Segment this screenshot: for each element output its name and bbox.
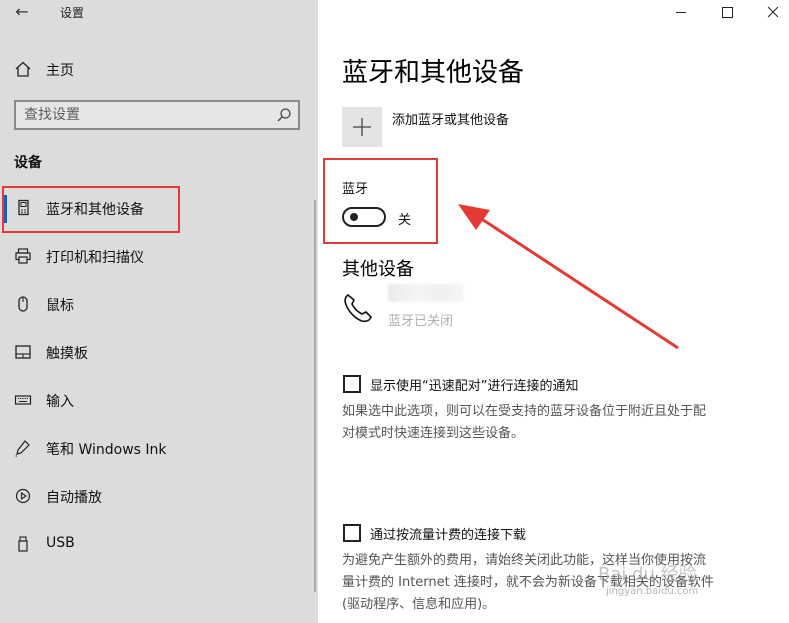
printer-icon xyxy=(15,248,31,264)
watermark: Bai du 经验 xyxy=(598,564,697,585)
touchpad-icon xyxy=(15,345,31,359)
plus-icon xyxy=(353,118,371,136)
close-button[interactable] xyxy=(743,0,789,26)
add-device-label[interactable]: 添加蓝牙或其他设备 xyxy=(392,109,509,128)
sidebar-item-pen-ink[interactable]: 笔和 Windows Ink xyxy=(0,433,318,463)
bluetooth-state-text: 关 xyxy=(398,213,412,228)
other-devices-header: 其他设备 xyxy=(342,259,414,280)
description-line: 对模式时快速连接到这些设备。 xyxy=(342,426,525,441)
bluetooth-label: 蓝牙 xyxy=(342,182,369,197)
watermark-url: jingyan.baidu.com xyxy=(606,586,699,597)
description-line: 量计费的 Internet 连接时，就不会为新设备下载相关的设备软件 xyxy=(342,575,714,590)
metered-download-description: 为避免产生额外的费用，请始终关闭此功能，这样当你使用按流 量计费的 Intern… xyxy=(342,550,772,616)
swift-pair-label[interactable]: 显示使用“迅速配对”进行连接的通知 xyxy=(370,375,578,394)
sidebar: ← 设置 主页 设备 蓝牙和其他设备 打印机和扫描 xyxy=(0,0,318,623)
minimize-icon xyxy=(676,12,686,13)
search-icon[interactable] xyxy=(276,107,292,123)
pen-icon xyxy=(15,440,30,457)
phone-icon xyxy=(344,294,372,323)
swift-pair-description: 如果选中此选项，则可以在受支持的蓝牙设备位于附近且处于配 对模式时快速连接到这些… xyxy=(342,401,772,445)
sidebar-item-label: USB xyxy=(46,535,75,551)
sidebar-item-autoplay[interactable]: 自动播放 xyxy=(0,481,318,511)
highlight-box-bluetooth xyxy=(323,158,438,244)
sidebar-item-label: 自动播放 xyxy=(46,490,102,506)
nav-home-label: 主页 xyxy=(46,63,74,79)
usb-icon xyxy=(18,536,28,552)
metered-download-label[interactable]: 通过按流量计费的连接下载 xyxy=(370,524,526,543)
toggle-knob xyxy=(350,213,358,221)
sidebar-item-label: 打印机和扫描仪 xyxy=(46,250,144,266)
device-name-obscured[interactable] xyxy=(388,284,464,302)
nav-home[interactable]: 主页 xyxy=(0,56,318,84)
app-title: 设置 xyxy=(60,6,85,20)
device-status: 蓝牙已关闭 xyxy=(388,314,454,329)
swift-pair-checkbox[interactable] xyxy=(343,375,361,393)
sidebar-titlebar: ← 设置 xyxy=(0,0,318,26)
search-input[interactable] xyxy=(24,102,274,128)
sidebar-item-typing[interactable]: 输入 xyxy=(0,385,318,415)
mouse-icon xyxy=(18,296,28,312)
back-arrow-icon: ← xyxy=(15,2,29,21)
highlight-box-sidebar xyxy=(2,186,180,233)
bluetooth-toggle[interactable] xyxy=(342,207,386,227)
sidebar-scrollbar[interactable] xyxy=(314,200,316,592)
autoplay-icon xyxy=(15,488,31,504)
sidebar-item-label: 触摸板 xyxy=(46,346,88,362)
home-icon xyxy=(15,61,31,77)
section-header-devices: 设备 xyxy=(14,155,42,171)
sidebar-item-label: 鼠标 xyxy=(46,298,74,314)
description-line: (驱动程序、信息和应用)。 xyxy=(342,597,496,612)
close-icon xyxy=(767,6,779,18)
sidebar-item-usb[interactable]: USB xyxy=(0,529,318,559)
sidebar-item-label: 输入 xyxy=(46,394,74,410)
sidebar-item-printers[interactable]: 打印机和扫描仪 xyxy=(0,241,318,271)
sidebar-item-mouse[interactable]: 鼠标 xyxy=(0,289,318,319)
metered-download-checkbox[interactable] xyxy=(343,524,361,542)
minimize-button[interactable] xyxy=(658,0,704,26)
add-device-button[interactable] xyxy=(342,107,382,147)
page-title: 蓝牙和其他设备 xyxy=(342,58,525,88)
search-box xyxy=(14,100,300,130)
description-line: 为避免产生额外的费用，请始终关闭此功能，这样当你使用按流 xyxy=(342,553,707,568)
back-button[interactable]: ← xyxy=(10,2,34,22)
sidebar-item-label: 笔和 Windows Ink xyxy=(46,442,167,458)
description-line: 如果选中此选项，则可以在受支持的蓝牙设备位于附近且处于配 xyxy=(342,404,707,419)
keyboard-icon xyxy=(14,395,32,405)
sidebar-item-touchpad[interactable]: 触摸板 xyxy=(0,337,318,367)
annotation-arrow xyxy=(458,204,679,350)
